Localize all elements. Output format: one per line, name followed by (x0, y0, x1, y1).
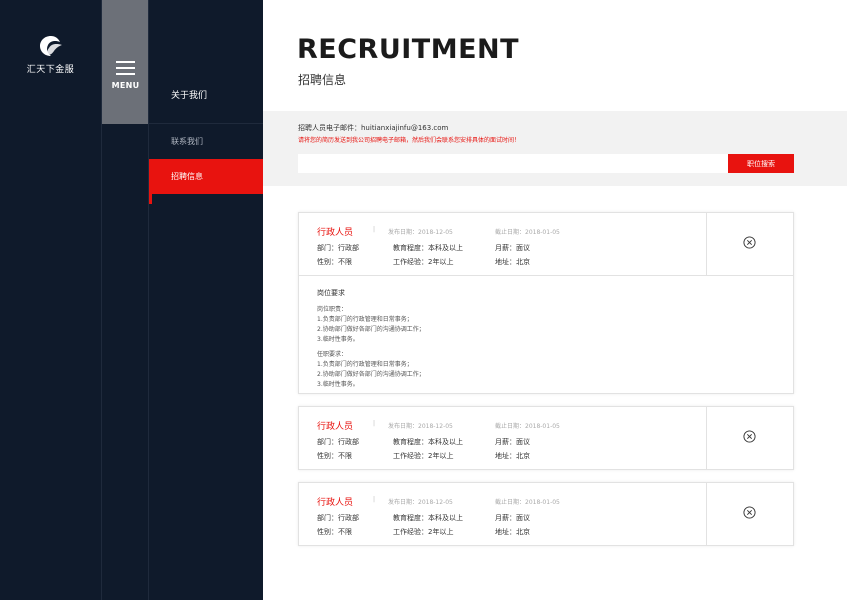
nav-item-recruitment[interactable]: 招聘信息 (149, 159, 264, 194)
nav-active-marker (149, 194, 152, 204)
gender: 性别：不限 (317, 528, 352, 536)
publish-date: 发布日期：2018-12-05 (388, 499, 453, 506)
menu-label: MENU (111, 81, 140, 90)
duties-heading: 岗位职责： (317, 306, 348, 313)
separator: | (373, 226, 376, 233)
application-notice: 请将您的简历发送到我公司招聘电子邮箱，然后我们会联系您安排具体的面试时间！ (298, 137, 521, 144)
publish-date: 发布日期：2018-12-05 (388, 229, 453, 236)
close-circle-icon[interactable] (743, 430, 756, 443)
address: 地址：北京 (495, 258, 530, 266)
department: 部门：行政部 (317, 244, 359, 252)
education: 教育程度：本科及以上 (393, 438, 463, 446)
nav-item-contact[interactable]: 联系我们 (149, 124, 264, 159)
job-title[interactable]: 行政人员 (317, 495, 353, 508)
qualification-line: 3.临时性事务。 (317, 381, 359, 388)
hamburger-icon (116, 61, 135, 75)
qualification-line: 1.负责部门的行政管理和日常事务； (317, 361, 413, 368)
job-card-header[interactable]: 行政人员 | 发布日期：2018-12-05 截止日期：2018-01-05 部… (299, 407, 793, 469)
recruiter-email: 招聘人员电子邮件：huitianxiajinfu@163.com (298, 124, 449, 132)
education: 教育程度：本科及以上 (393, 244, 463, 252)
nav-column: 关于我们 联系我们 招聘信息 (148, 0, 264, 600)
job-card: 行政人员 | 发布日期：2018-12-05 截止日期：2018-01-05 部… (298, 482, 794, 546)
search-band: 招聘人员电子邮件：huitianxiajinfu@163.com 请将您的简历发… (263, 111, 847, 186)
card-divider (706, 407, 707, 469)
page: 汇天下金服 MENU 关于我们 联系我们 招聘信息 RECRUITMENT 招聘… (0, 0, 847, 600)
job-card: 行政人员 | 发布日期：2018-12-05 截止日期：2018-01-05 部… (298, 406, 794, 470)
department: 部门：行政部 (317, 438, 359, 446)
brand-column: 汇天下金服 (0, 0, 101, 600)
qualifications-heading: 任职要求： (317, 351, 348, 358)
job-search-input[interactable] (298, 154, 728, 173)
experience: 工作经验：2年以上 (393, 452, 454, 460)
salary: 月薪：面议 (495, 438, 530, 446)
main-content: RECRUITMENT 招聘信息 招聘人员电子邮件：huitianxiajinf… (263, 0, 847, 600)
salary: 月薪：面议 (495, 244, 530, 252)
deadline-date: 截止日期：2018-01-05 (495, 423, 560, 430)
deadline-date: 截止日期：2018-01-05 (495, 229, 560, 236)
card-divider (706, 213, 707, 275)
salary: 月薪：面议 (495, 514, 530, 522)
page-subtitle: 招聘信息 (298, 73, 347, 87)
education: 教育程度：本科及以上 (393, 514, 463, 522)
job-card-header[interactable]: 行政人员 | 发布日期：2018-12-05 截止日期：2018-01-05 部… (299, 483, 793, 545)
duty-line: 1.负责部门的行政管理和日常事务； (317, 316, 413, 323)
nav-item-label: 招聘信息 (171, 172, 203, 181)
deadline-date: 截止日期：2018-01-05 (495, 499, 560, 506)
duty-line: 2.协助部门做好各部门的沟通协调工作； (317, 326, 425, 333)
close-circle-icon[interactable] (743, 506, 756, 519)
nav-heading: 关于我们 (171, 91, 208, 101)
separator: | (373, 420, 376, 427)
gender: 性别：不限 (317, 258, 352, 266)
menu-button[interactable]: MENU (102, 0, 149, 124)
address: 地址：北京 (495, 452, 530, 460)
publish-date: 发布日期：2018-12-05 (388, 423, 453, 430)
nav-item-label: 联系我们 (171, 137, 203, 146)
job-title[interactable]: 行政人员 (317, 419, 353, 432)
department: 部门：行政部 (317, 514, 359, 522)
experience: 工作经验：2年以上 (393, 258, 454, 266)
experience: 工作经验：2年以上 (393, 528, 454, 536)
logo[interactable]: 汇天下金服 (0, 34, 101, 75)
requirements-heading: 岗位要求 (317, 289, 345, 297)
job-title[interactable]: 行政人员 (317, 225, 353, 238)
crescent-swirl-logo-icon (39, 36, 62, 56)
job-card-details: 岗位要求 岗位职责： 1.负责部门的行政管理和日常事务； 2.协助部门做好各部门… (299, 275, 793, 393)
address: 地址：北京 (495, 528, 530, 536)
page-title: RECRUITMENT (297, 34, 520, 65)
nav-heading-block[interactable]: 关于我们 (149, 0, 264, 124)
gender: 性别：不限 (317, 452, 352, 460)
menu-column: MENU (101, 0, 149, 600)
job-search-button[interactable]: 职位搜索 (728, 154, 794, 173)
qualification-line: 2.协助部门做好各部门的沟通协调工作； (317, 371, 425, 378)
separator: | (373, 496, 376, 503)
close-circle-icon[interactable] (743, 236, 756, 249)
job-card-header[interactable]: 行政人员 | 发布日期：2018-12-05 截止日期：2018-01-05 部… (299, 213, 793, 275)
logo-text: 汇天下金服 (26, 65, 75, 75)
job-card: 行政人员 | 发布日期：2018-12-05 截止日期：2018-01-05 部… (298, 212, 794, 394)
duty-line: 3.临时性事务。 (317, 336, 359, 343)
card-divider (706, 483, 707, 545)
